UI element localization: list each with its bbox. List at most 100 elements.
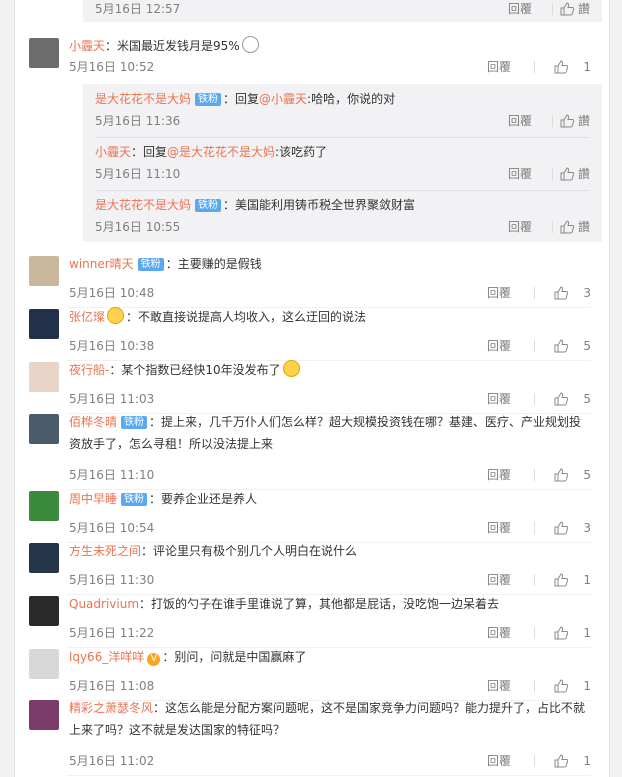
reply-button[interactable]: 回覆 [487, 571, 511, 589]
thumb-up-icon[interactable] [553, 625, 569, 641]
reply-button[interactable]: 回覆 [508, 218, 532, 236]
thumb-up-icon[interactable] [553, 678, 569, 694]
mention-link[interactable]: @是大花花不是大妈 [167, 145, 275, 159]
like-label[interactable]: 讚 [578, 218, 590, 236]
fan-badge: 铁粉 [121, 493, 148, 506]
divider [534, 393, 535, 405]
like-count: 1 [583, 626, 591, 640]
thumb-up-icon[interactable] [553, 753, 569, 769]
comment-item: lqy66_洋咩咩 V ：别问，问就是中国赢麻了 5月16日 11:08 回覆 1 [15, 649, 609, 701]
commenter-name[interactable]: 精彩之萧瑟冬风 [69, 701, 153, 715]
thinking-emoji-icon [282, 360, 300, 377]
like-label[interactable]: 讚 [578, 0, 590, 18]
like-count: 1 [583, 60, 591, 74]
comment-text: ：不敢直接说提高人均收入，这么迂回的说法 [126, 310, 367, 324]
glasses-emoji-icon [241, 36, 259, 53]
reply-prefix: ：回复 [223, 92, 260, 106]
thumb-up-icon[interactable] [553, 572, 569, 588]
mention-link[interactable]: @小霾天 [259, 92, 307, 106]
replier-name[interactable]: 是大花花不是大妈 [95, 198, 191, 212]
divider [534, 522, 535, 534]
reply-button[interactable]: 回覆 [487, 284, 511, 302]
thumb-up-icon[interactable] [559, 166, 575, 182]
comment-item: 夜行船-：某个指数已经快10年没发布了 5月16日 11:03 回覆 5 [15, 359, 609, 414]
comment-panel: 5月16日 12:57 回覆 讚 小霾天：米国最近发钱月是95% 5月16日 1… [14, 0, 610, 777]
reply-button[interactable]: 回覆 [487, 466, 511, 484]
comment-time: 5月16日 10:38 [69, 339, 155, 353]
comment-meta: 5月16日 11:03 回覆 5 [69, 390, 591, 408]
reply-button[interactable]: 回覆 [487, 390, 511, 408]
commenter-name[interactable]: Quadrivium [69, 597, 139, 611]
like-count: 1 [583, 754, 591, 768]
comment-time: 5月16日 11:30 [69, 573, 155, 587]
reply-text: ：美国能利用铸币税全世界聚敛财富 [223, 198, 416, 212]
like-count: 3 [583, 286, 591, 300]
comment-time: 5月16日 10:48 [69, 286, 155, 300]
comment-text-line: 张亿璨 ：不敢直接说提高人均收入，这么迂回的说法 [69, 306, 591, 328]
thumb-up-icon[interactable] [553, 285, 569, 301]
reply-button[interactable]: 回覆 [487, 337, 511, 355]
reply-button[interactable]: 回覆 [487, 677, 511, 695]
thumb-up-icon[interactable] [553, 338, 569, 354]
thumb-up-icon[interactable] [553, 520, 569, 536]
reply-button[interactable]: 回覆 [508, 165, 532, 183]
commenter-name[interactable]: 周中早睡 [69, 492, 117, 506]
thumb-up-icon[interactable] [559, 1, 575, 17]
comment-divider [67, 775, 591, 776]
like-label[interactable]: 讚 [578, 112, 590, 130]
reply-thread: 是大花花不是大妈 铁粉 ：回复@小霾天:哈哈，你说的对 5月16日 11:36 回覆… [83, 84, 602, 242]
reply-button[interactable]: 回覆 [508, 112, 532, 130]
avatar[interactable] [29, 543, 59, 573]
reply-button[interactable]: 回覆 [508, 0, 532, 18]
comment-text-line: 夜行船-：某个指数已经快10年没发布了 [69, 359, 591, 381]
divider [552, 221, 553, 233]
comment-meta: 5月16日 10:48 回覆 3 [69, 284, 591, 302]
avatar[interactable] [29, 700, 59, 730]
reply-prefix: ：回复 [131, 145, 168, 159]
avatar[interactable] [29, 596, 59, 626]
like-label[interactable]: 讚 [578, 165, 590, 183]
reply-button[interactable]: 回覆 [487, 58, 511, 76]
like-count: 3 [583, 521, 591, 535]
avatar[interactable] [29, 256, 59, 286]
commenter-name[interactable]: lqy66_洋咩咩 [69, 650, 144, 664]
thumb-up-icon[interactable] [553, 59, 569, 75]
divider [534, 340, 535, 352]
replier-name[interactable]: 是大花花不是大妈 [95, 92, 191, 106]
commenter-name[interactable]: 小霾天 [69, 39, 105, 53]
commenter-name[interactable]: 佰桦冬晴 [69, 415, 117, 429]
avatar[interactable] [29, 38, 59, 68]
replier-name[interactable]: 小霾天 [95, 145, 131, 159]
reply-button[interactable]: 回覆 [487, 624, 511, 642]
avatar[interactable] [29, 491, 59, 521]
comment-time: 5月16日 11:10 [69, 468, 155, 482]
avatar[interactable] [29, 362, 59, 392]
comment-meta: 5月16日 10:38 回覆 5 [69, 337, 591, 355]
avatar[interactable] [29, 309, 59, 339]
comment-text: ：某个指数已经快10年没发布了 [109, 363, 281, 377]
commenter-name[interactable]: 方生未死之间 [69, 544, 141, 558]
commenter-name[interactable]: 夜行船- [69, 363, 109, 377]
commenter-name[interactable]: 张亿璨 [69, 310, 105, 324]
thumb-up-icon[interactable] [553, 467, 569, 483]
avatar[interactable] [29, 649, 59, 679]
thumb-up-icon[interactable] [559, 113, 575, 129]
reply-time: 5月16日 12:57 [95, 2, 181, 16]
reply-meta: 5月16日 11:10 回覆 讚 [95, 165, 590, 183]
comment-meta: 5月16日 11:30 回覆 1 [69, 571, 591, 589]
commenter-name[interactable]: winner晴天 [69, 257, 134, 271]
avatar[interactable] [29, 414, 59, 444]
comment-time: 5月16日 11:03 [69, 392, 155, 406]
thumb-up-icon[interactable] [559, 219, 575, 235]
reply-button[interactable]: 回覆 [487, 752, 511, 770]
comment-meta: 5月16日 11:10 回覆 5 [69, 466, 591, 484]
reply-button[interactable]: 回覆 [487, 519, 511, 537]
divider [534, 680, 535, 692]
comment-text-line: 方生未死之间：评论里只有极个别几个人明白在说什么 [69, 540, 591, 562]
thumb-up-icon[interactable] [553, 391, 569, 407]
comment-time: 5月16日 10:54 [69, 521, 155, 535]
reply-time: 5月16日 11:10 [95, 167, 181, 181]
reply-text-line: 是大花花不是大妈 铁粉 ：回复@小霾天:哈哈，你说的对 [95, 88, 590, 110]
comment-item: winner晴天 铁粉 ：主要赚的是假钱 5月16日 10:48 回覆 3 [15, 256, 609, 308]
reply-meta: 5月16日 10:55 回覆 讚 [95, 218, 590, 236]
